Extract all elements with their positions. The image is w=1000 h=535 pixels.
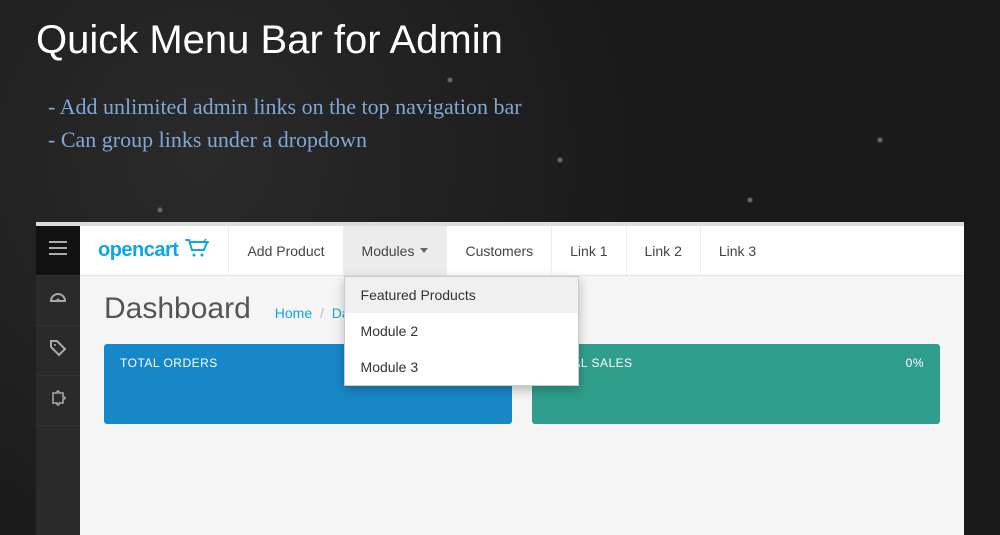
nav-add-product[interactable]: Add Product	[228, 226, 342, 275]
tag-icon	[49, 339, 67, 362]
sidebar	[36, 226, 80, 535]
nav-link3[interactable]: Link 3	[700, 226, 774, 275]
nav-label: Add Product	[247, 243, 324, 259]
sidebar-item-catalog[interactable]	[36, 326, 80, 376]
nav-label: Modules	[362, 243, 415, 259]
nav-link2[interactable]: Link 2	[626, 226, 700, 275]
dropdown-item-featured[interactable]: Featured Products	[345, 277, 578, 313]
card-total-sales[interactable]: TOTAL SALES 0%	[532, 344, 940, 424]
breadcrumb-separator: /	[320, 305, 324, 321]
hero-bullet-1: - Add unlimited admin links on the top n…	[48, 90, 522, 123]
logo-text: opencart	[98, 239, 178, 262]
sidebar-item-extensions[interactable]	[36, 376, 80, 426]
card-label: TOTAL ORDERS	[120, 356, 218, 370]
chevron-down-icon	[420, 248, 428, 253]
breadcrumb-home[interactable]: Home	[275, 305, 312, 321]
hero-title: Quick Menu Bar for Admin	[36, 18, 503, 63]
nav-link1[interactable]: Link 1	[551, 226, 625, 275]
main-column: opencart Add Product Modules Featured Pr…	[80, 226, 964, 535]
cart-icon	[184, 238, 210, 263]
top-navigation: opencart Add Product Modules Featured Pr…	[80, 226, 964, 276]
gauge-icon	[49, 289, 67, 312]
puzzle-icon	[49, 389, 67, 412]
nav-customers[interactable]: Customers	[446, 226, 551, 275]
page-title: Dashboard	[104, 292, 251, 326]
hero-bullets: - Add unlimited admin links on the top n…	[48, 90, 522, 156]
admin-panel: opencart Add Product Modules Featured Pr…	[36, 222, 964, 535]
modules-dropdown: Featured Products Module 2 Module 3	[344, 276, 579, 386]
sidebar-item-menu[interactable]	[36, 226, 80, 276]
nav-label: Link 3	[719, 243, 756, 259]
nav-label: Link 2	[645, 243, 682, 259]
card-percent: 0%	[906, 356, 924, 370]
sidebar-item-dashboard[interactable]	[36, 276, 80, 326]
hero-bullet-2: - Can group links under a dropdown	[48, 123, 522, 156]
nav-modules[interactable]: Modules Featured Products Module 2 Modul…	[343, 226, 447, 275]
nav-label: Customers	[465, 243, 533, 259]
dropdown-item-module3[interactable]: Module 3	[345, 349, 578, 385]
menu-icon	[49, 241, 67, 260]
brand-logo[interactable]: opencart	[80, 226, 228, 275]
nav-label: Link 1	[570, 243, 607, 259]
dropdown-item-module2[interactable]: Module 2	[345, 313, 578, 349]
